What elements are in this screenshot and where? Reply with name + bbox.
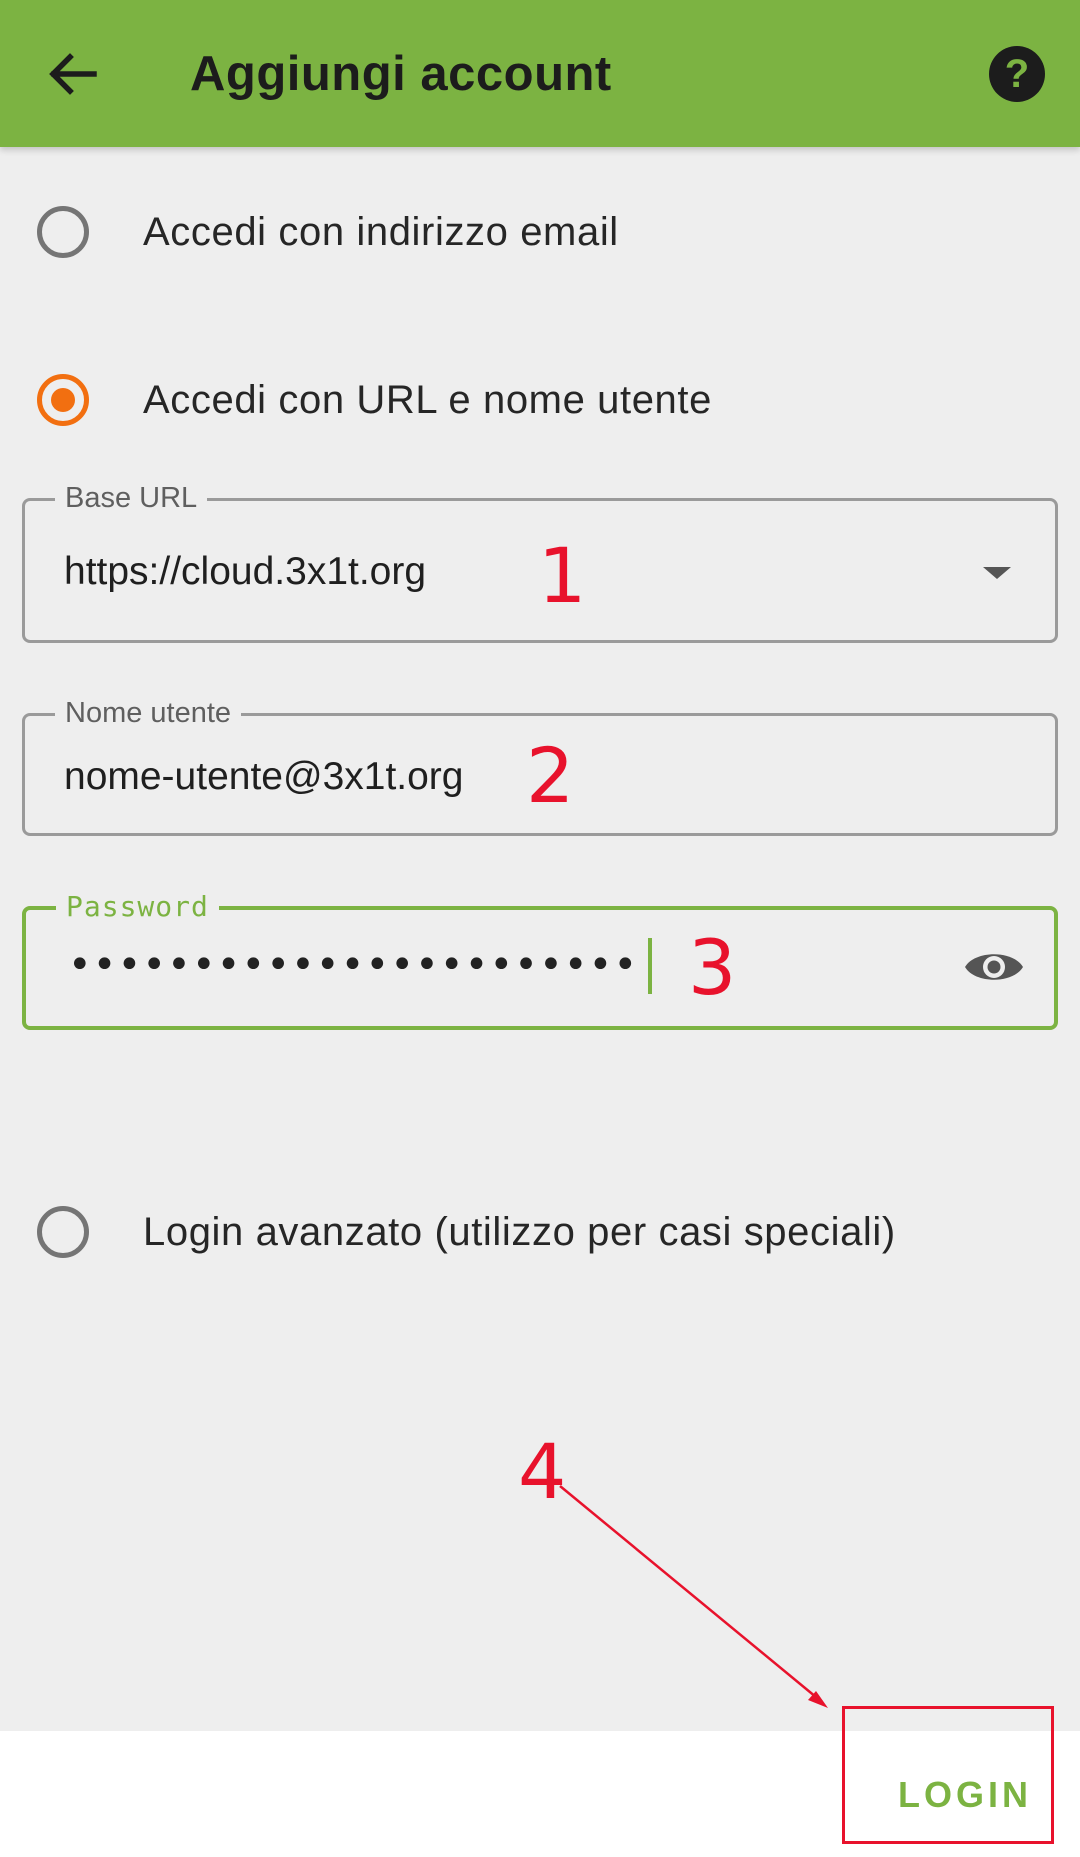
annotation-highlight-box xyxy=(842,1706,1054,1844)
annotation-arrow xyxy=(559,1485,828,1708)
